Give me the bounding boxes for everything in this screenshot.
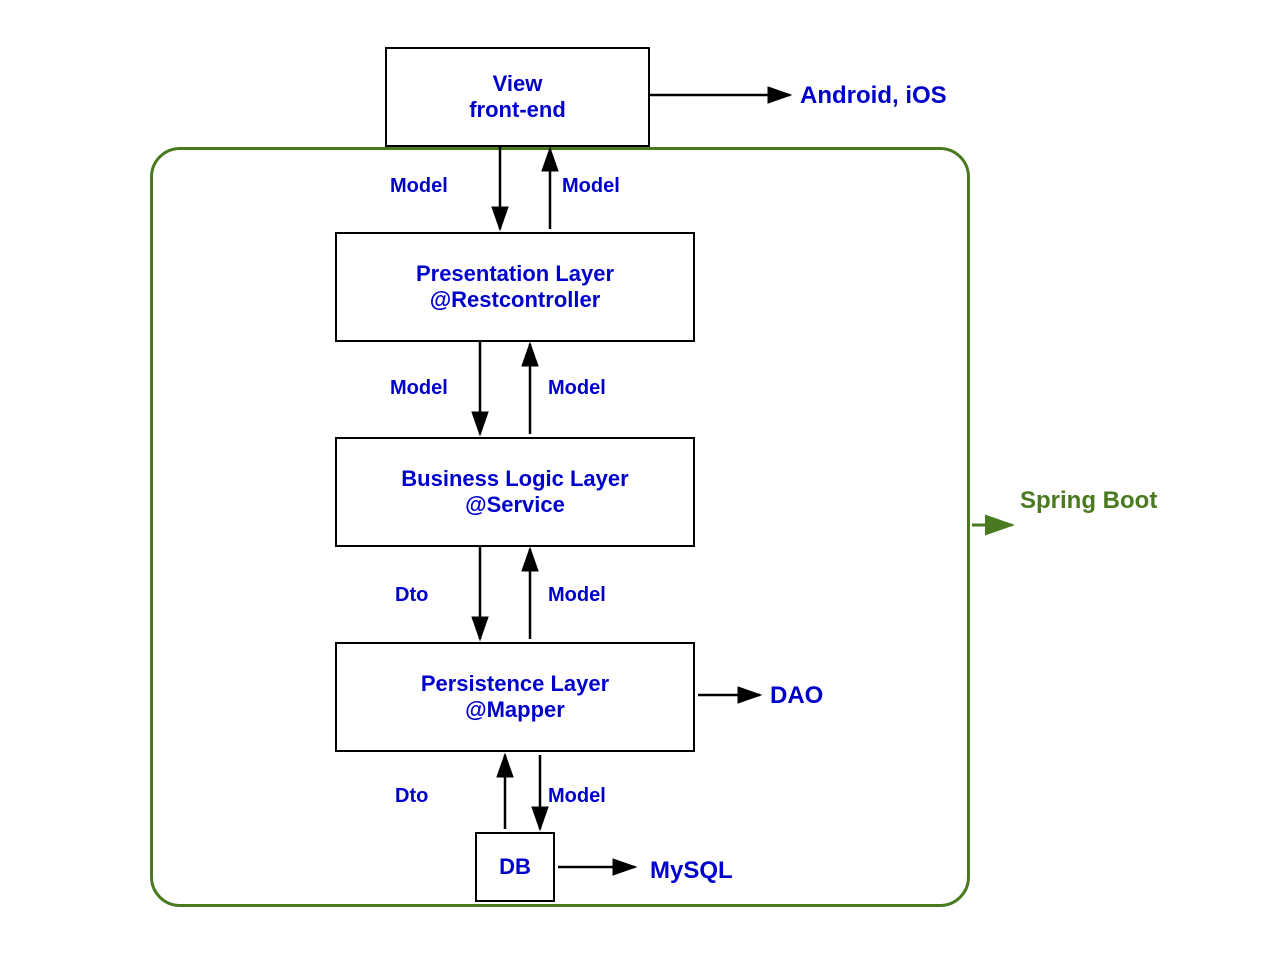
label-model-left-2: Model <box>390 377 448 400</box>
persistence-line1: Persistence Layer <box>421 671 609 697</box>
db-box: DB <box>475 832 555 902</box>
label-dto-left: Dto <box>395 584 428 607</box>
view-box: View front-end <box>385 47 650 147</box>
spring-boot-label: Spring Boot <box>1020 487 1157 515</box>
dao-label: DAO <box>770 682 823 710</box>
label-model-right-1: Model <box>562 175 620 198</box>
business-line2: @Service <box>465 492 565 518</box>
presentation-line1: Presentation Layer <box>416 261 614 287</box>
label-model-left-1: Model <box>390 175 448 198</box>
label-model-right-4: Model <box>548 785 606 808</box>
android-ios-label: Android, iOS <box>800 82 947 110</box>
label-dto-left-2: Dto <box>395 785 428 808</box>
diagram-wrapper: View front-end Presentation Layer @Restc… <box>90 27 1190 947</box>
presentation-line2: @Restcontroller <box>430 287 601 313</box>
view-line2: front-end <box>469 97 566 123</box>
view-line1: View <box>493 71 543 97</box>
persistence-box: Persistence Layer @Mapper <box>335 642 695 752</box>
label-model-right-2: Model <box>548 377 606 400</box>
business-line1: Business Logic Layer <box>401 466 628 492</box>
db-line1: DB <box>499 854 531 880</box>
persistence-line2: @Mapper <box>465 697 565 723</box>
presentation-box: Presentation Layer @Restcontroller <box>335 232 695 342</box>
mysql-label: MySQL <box>650 857 733 885</box>
business-box: Business Logic Layer @Service <box>335 437 695 547</box>
label-model-right-3: Model <box>548 584 606 607</box>
